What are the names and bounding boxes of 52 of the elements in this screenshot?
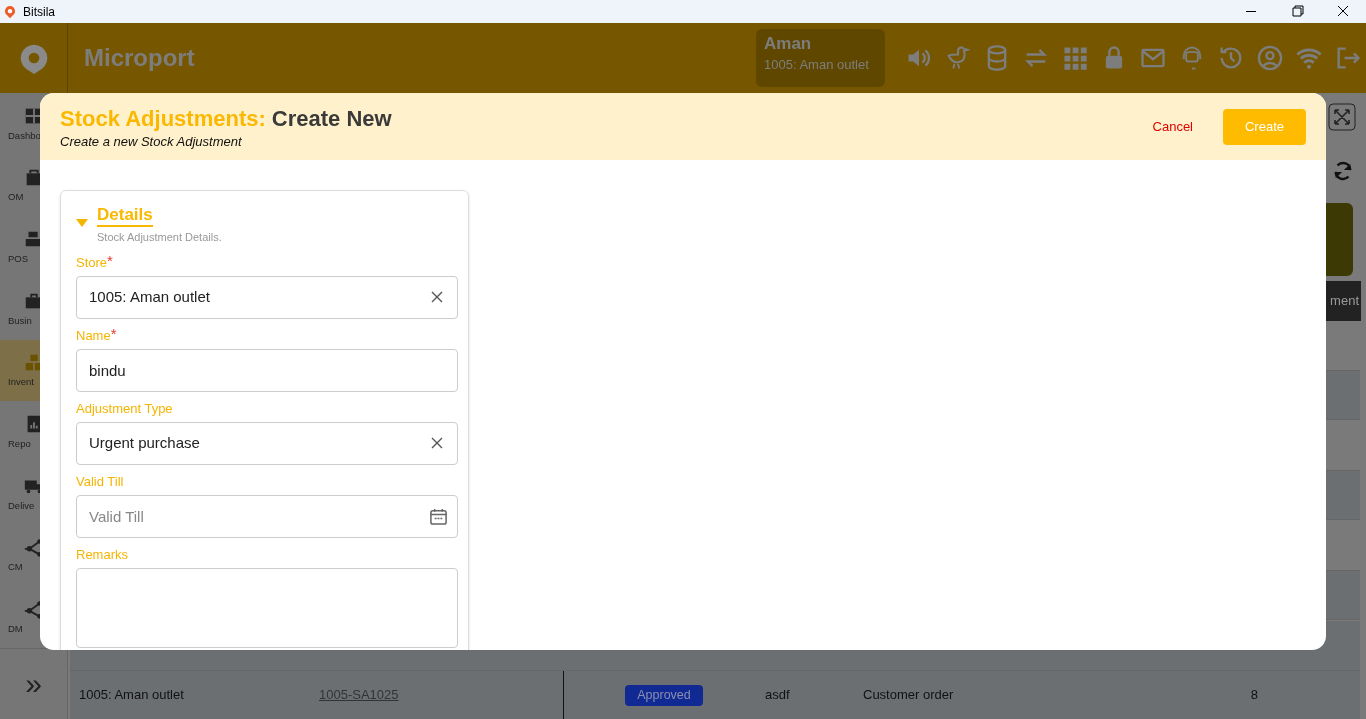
field-label: Name: [76, 326, 111, 345]
sidebar-label: Repo: [8, 437, 31, 451]
sidebar-item[interactable]: POS: [0, 216, 67, 278]
required-mark: *: [107, 253, 113, 271]
select-field[interactable]: Urgent purchase: [76, 421, 458, 465]
field-label: Valid Till: [76, 472, 124, 491]
fullscreen-icon[interactable]: [1328, 103, 1356, 131]
section-subtitle: Stock Adjustment Details.: [97, 230, 222, 245]
select-field[interactable]: 1005: Aman outlet: [76, 275, 458, 319]
sidebar-label: OM: [8, 190, 24, 205]
sidebar-item[interactable]: OM: [0, 154, 67, 217]
field-label: Remarks: [76, 545, 128, 564]
field-value: Urgent purchase: [89, 432, 201, 453]
required-mark: *: [110, 326, 117, 344]
clear-icon[interactable]: [431, 437, 443, 449]
table-cell-text: 1005: Aman outlet: [79, 686, 185, 705]
user-name: Aman: [764, 33, 813, 55]
user-card[interactable]: Aman 1005: Aman outlet: [756, 29, 885, 87]
sidebar-label: Busin: [8, 313, 32, 328]
field-label: Adjustment Type: [76, 399, 173, 418]
sidebar-label: Delive: [8, 498, 35, 513]
table-cell-text: Customer order: [863, 686, 955, 705]
app-logo-icon: [3, 4, 17, 19]
sidebar-label: Dashbo: [8, 128, 41, 143]
input-field[interactable]: bindu: [76, 348, 458, 392]
table-link[interactable]: 1005-SA1025: [319, 685, 563, 705]
refresh-icon[interactable]: [1332, 160, 1354, 182]
button-label: ment: [1330, 292, 1359, 311]
field-label: Store: [76, 253, 108, 272]
expand-sidebar-button[interactable]: »: [25, 668, 42, 699]
sidebar-item[interactable]: Repo: [0, 401, 67, 463]
date-field[interactable]: Valid Till: [76, 494, 458, 538]
field-value: 1005: Aman outlet: [89, 286, 211, 307]
cancel-button[interactable]: Cancel: [1138, 108, 1207, 145]
account-icon: [1256, 44, 1284, 72]
sidebar-label: CM: [8, 560, 23, 575]
sidebar-label: Invent: [8, 375, 34, 390]
modal-subtitle: Create a new Stock Adjustment: [60, 133, 243, 150]
bird-icon: [944, 44, 972, 72]
window-title: Bitsila: [23, 3, 55, 21]
calendar-icon[interactable]: [429, 506, 448, 526]
sidebar-label: POS: [8, 252, 29, 266]
modal-title: Create New: [271, 104, 392, 133]
modal-title-prefix: Stock Adjustments:: [60, 104, 266, 133]
sidebar-label: DM: [8, 621, 23, 636]
table-cell-text: 8: [1249, 686, 1258, 705]
user-store: 1005: Aman outlet: [764, 56, 870, 74]
table-cell-text: asdf: [765, 686, 791, 705]
sidebar-item[interactable]: Busin: [0, 277, 67, 340]
clear-icon[interactable]: [431, 291, 443, 303]
status-badge: Approved: [625, 684, 703, 706]
app-name: Microport: [84, 43, 195, 73]
